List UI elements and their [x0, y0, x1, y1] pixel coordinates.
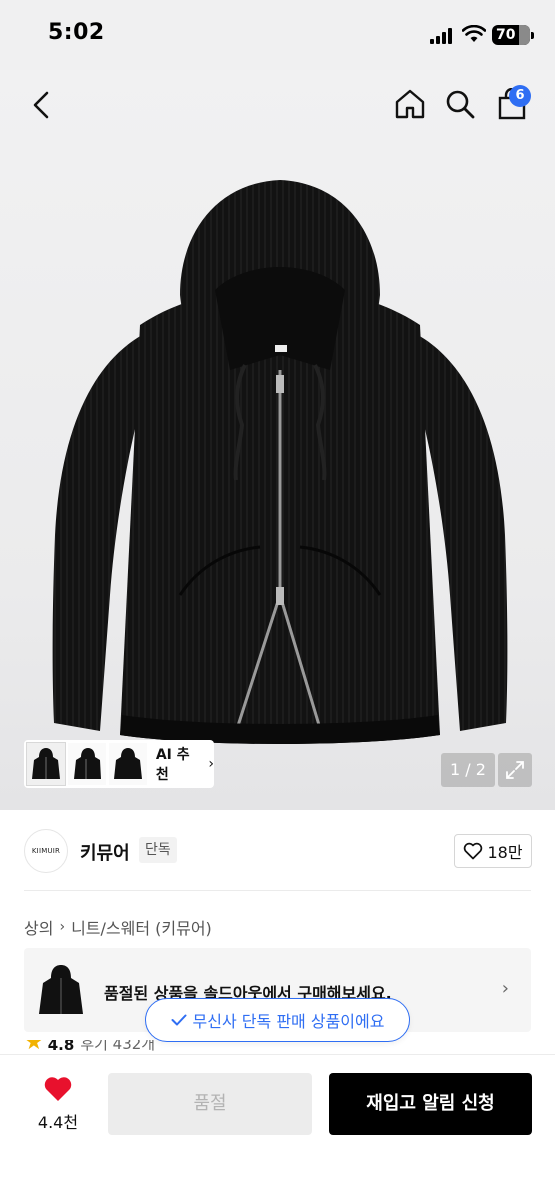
brand-like-button[interactable]: 18만 [454, 834, 532, 868]
exclusive-notice-text: 무신사 단독 판매 상품이에요 [192, 1012, 385, 1031]
star-icon: ★ [24, 1040, 44, 1054]
heart-outline-icon [464, 842, 483, 860]
search-icon[interactable] [443, 87, 477, 121]
thumbnail-side[interactable] [67, 743, 106, 785]
home-icon[interactable] [392, 86, 428, 122]
product-image-gallery[interactable]: 6 AI 추천 › 1 / 2 [0, 70, 555, 810]
restock-alert-button[interactable]: 재입고 알림 신청 [329, 1073, 532, 1135]
rating-score: 4.8 [47, 1040, 75, 1054]
divider [24, 890, 531, 891]
heart-filled-icon [44, 1077, 72, 1101]
status-time: 5:02 [48, 20, 105, 45]
wifi-icon [462, 25, 486, 42]
ai-recommendation-label[interactable]: AI 추천 [156, 744, 203, 784]
breadcrumb-item-top[interactable]: 상의 [24, 915, 53, 939]
thumbnail-front[interactable] [26, 742, 66, 786]
product-image [52, 180, 508, 744]
ai-recommendation-strip[interactable]: AI 추천 › [24, 740, 214, 788]
chevron-right-icon: › [59, 919, 66, 935]
status-bar: 5:02 70 [0, 0, 555, 70]
expand-icon[interactable] [498, 753, 532, 787]
battery-empty-portion [519, 25, 530, 45]
cellular-signal-icon [430, 28, 454, 44]
breadcrumb-item-knit[interactable]: 니트/스웨터 (키뮤어) [71, 915, 212, 939]
image-pager: 1 / 2 [441, 753, 495, 787]
chevron-right-icon: › [501, 978, 509, 999]
check-icon [171, 1014, 187, 1026]
rating-row[interactable]: ★ 4.8 후기 432개 [24, 1040, 155, 1054]
soldout-button: 품절 [108, 1073, 312, 1135]
brand-row: KIIMUIR 키뮤어 단독 18만 [0, 810, 555, 890]
exclusive-tag: 단독 [139, 837, 177, 863]
chevron-right-icon: › [208, 756, 215, 772]
wishlist-count: 4.4천 [37, 1113, 79, 1132]
brand-like-count: 18만 [487, 843, 523, 862]
battery-level: 70 [496, 27, 516, 43]
review-count: 후기 432개 [80, 1040, 156, 1053]
brand-logo[interactable]: KIIMUIR [24, 829, 68, 873]
battery-icon: 70 [492, 25, 534, 45]
exclusive-notice-pill: 무신사 단독 판매 상품이에요 [145, 998, 410, 1042]
back-icon[interactable] [24, 88, 58, 122]
cart-count-badge: 6 [509, 85, 531, 107]
brand-name[interactable]: 키뮤어 [80, 839, 130, 865]
breadcrumb: 상의 › 니트/스웨터 (키뮤어) [24, 915, 212, 939]
soldout-product-thumbnail [39, 965, 83, 1014]
bottom-action-bar: 4.4천 품절 재입고 알림 신청 [0, 1054, 555, 1200]
wishlist-button[interactable]: 4.4천 [30, 1075, 86, 1133]
thumbnail-back[interactable] [108, 743, 147, 785]
